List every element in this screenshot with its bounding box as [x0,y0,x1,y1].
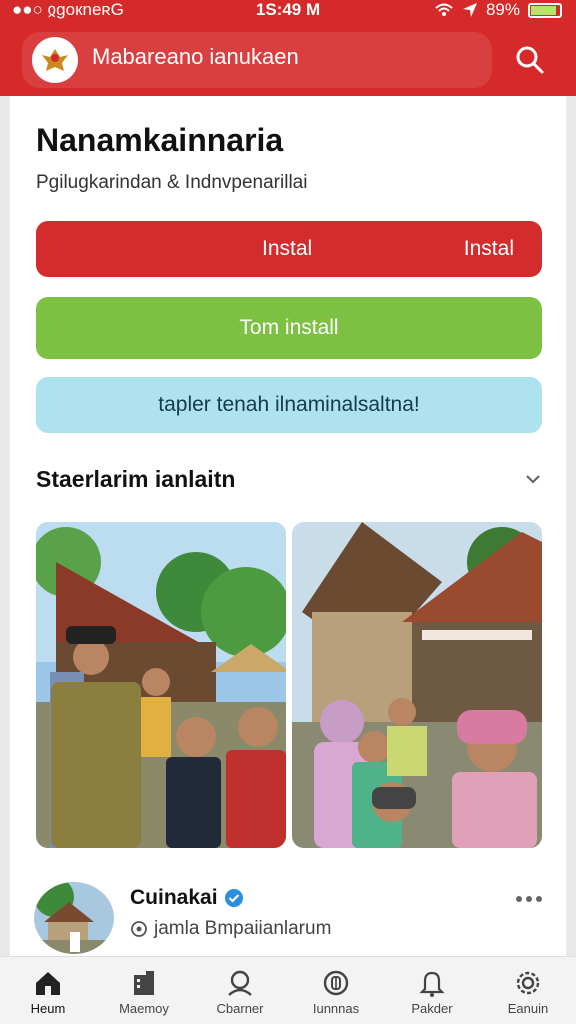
verified-badge-icon [224,889,243,907]
tab-memory[interactable]: Maemoy [96,957,192,1024]
location-arrow-icon [462,3,477,17]
tab-home[interactable]: Heum [0,957,96,1024]
village-photo-left-image [36,522,286,848]
info-button-label: tapler tenah ilnaminalsaltna! [158,393,420,416]
post-location: jamla Bmpaiianlarum [130,918,331,940]
tab-settings[interactable]: Eanuin [480,957,576,1024]
battery-fill [531,5,556,15]
post-author-name: Cuinakai [130,886,218,909]
more-options-button[interactable] [512,890,546,908]
post-author[interactable]: Cuinakai [130,886,244,910]
more-dot-icon [526,896,532,902]
home-icon [36,972,60,995]
avatar-image [34,882,114,954]
person-icon [228,970,252,996]
battery-icon [528,2,562,18]
page-title: Nanamkainnaria [36,122,284,158]
shield-icon [323,970,349,996]
install-button-label: Instal [262,237,313,260]
battery-percent: 89% [485,0,520,19]
status-bar: ●●○ ჲgoкneʀG 1S:49 M 89% [0,0,576,22]
tab-label: Cbarner [216,1001,264,1016]
install-button[interactable]: Instal Instal [36,221,542,277]
bell-icon [419,971,445,997]
location-pin-icon [131,921,147,937]
tab-label: Heum [30,1001,66,1016]
gear-icon [516,971,540,995]
tab-label: Iunnnas [312,1001,360,1016]
section-title: Staerlarim ianlaitn [36,466,236,492]
tab-label: Maemoy [119,1001,169,1016]
app-title: Mabareano ianukaen [92,44,299,69]
install-button-label-secondary: Instal [463,237,514,260]
building-icon [134,971,154,995]
chevron-down-icon [526,475,540,484]
tab-notifications[interactable]: Pakder [384,957,480,1024]
village-photo-left[interactable] [36,522,286,848]
page-subtitle: Pgilugkarindan & Indnvpenarillai [36,172,308,193]
tab-label: Eanuin [507,1001,549,1016]
app-logo[interactable] [32,37,78,83]
tab-services[interactable]: Iunnnas [288,957,384,1024]
bottom-tab-bar: Heum Maemoy Cbarner Iunnnas Pakder Eanui… [0,956,576,1024]
bird-emblem-icon [42,49,68,71]
tab-label: Pakder [411,1001,453,1016]
tab-corner[interactable]: Cbarner [192,957,288,1024]
more-dot-icon [516,896,522,902]
status-icons: 89% [434,0,562,20]
info-button[interactable]: tapler tenah ilnaminalsaltna! [36,377,542,433]
tom-install-label: Tom install [239,316,339,339]
more-dot-icon [536,896,542,902]
section-expand-toggle[interactable] [522,468,544,490]
avatar[interactable] [34,882,114,954]
search-button[interactable] [508,38,552,82]
post-location-text: jamla Bmpaiianlarum [154,918,332,939]
tom-install-button[interactable]: Tom install [36,297,542,359]
village-photo-right[interactable] [292,522,542,848]
search-icon [516,46,544,74]
village-photo-right-image [292,522,542,848]
wifi-icon [435,3,453,16]
